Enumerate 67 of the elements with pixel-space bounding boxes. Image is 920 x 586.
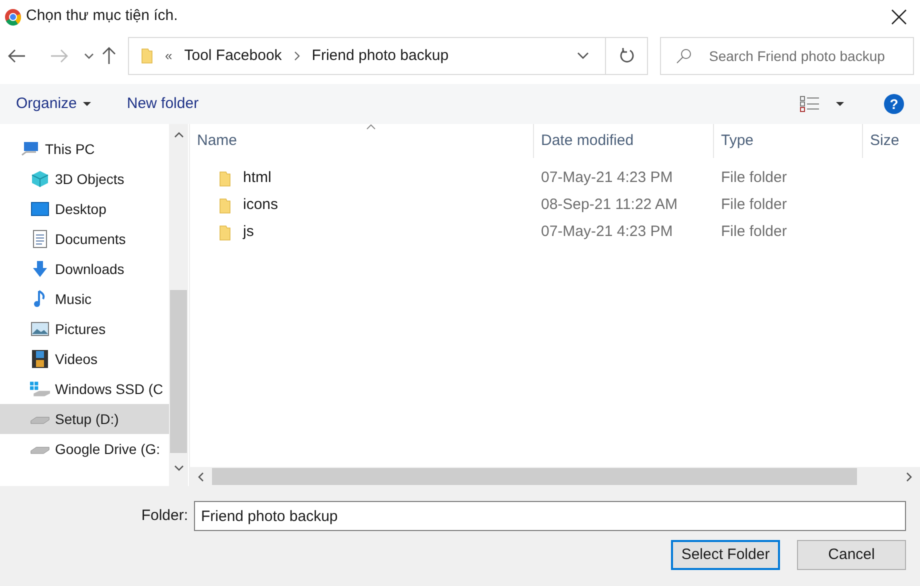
sidebar-item[interactable]: Windows SSD (C	[0, 374, 169, 404]
chevron-right-icon	[294, 51, 300, 61]
chevron-down-icon[interactable]	[577, 52, 589, 60]
sidebar-item[interactable]: Setup (D:)	[0, 404, 169, 434]
column-header[interactable]: Date modified	[534, 124, 714, 158]
folder-label: Folder:	[141, 506, 188, 526]
sidebar-item[interactable]: Downloads	[0, 254, 169, 284]
file-row[interactable]: js 07-May-21 4:23 PM File folder	[190, 219, 920, 246]
scroll-right-icon[interactable]	[906, 472, 912, 482]
new-folder-button[interactable]: New folder	[126, 92, 199, 116]
drive-icon	[30, 444, 50, 454]
scrollbar-thumb[interactable]	[170, 290, 187, 453]
document-icon	[33, 230, 47, 248]
file-row[interactable]: icons 08-Sep-21 11:22 AM File folder	[190, 192, 920, 219]
down-arrow-icon	[32, 260, 48, 278]
search-icon	[676, 48, 692, 64]
music-note-icon	[33, 290, 47, 308]
address-bar[interactable]: « Tool Facebook Friend photo backup	[128, 37, 648, 75]
vertical-scrollbar[interactable]	[169, 124, 188, 486]
folder-name-field[interactable]: Friend photo backup	[194, 501, 906, 531]
caret-icon[interactable]	[836, 102, 844, 106]
window-title: Chọn thư mục tiện ích.	[26, 6, 178, 26]
sidebar-item[interactable]: This PC	[0, 134, 169, 164]
windows-drive-icon	[30, 381, 50, 397]
view-options-icon[interactable]	[800, 96, 820, 112]
breadcrumb[interactable]: Tool Facebook	[184, 44, 282, 68]
chevron-down-icon[interactable]	[84, 53, 94, 59]
sort-up-icon	[366, 124, 376, 130]
up-arrow-icon[interactable]	[102, 47, 116, 65]
folder-icon	[219, 224, 231, 240]
column-header[interactable]: Name	[190, 124, 534, 158]
sidebar-item[interactable]: 3D Objects	[0, 164, 169, 194]
folder-icon	[219, 170, 231, 186]
caret-icon	[82, 102, 91, 106]
sidebar-item[interactable]: Pictures	[0, 314, 169, 344]
sidebar-item[interactable]: Google Drive (G:	[0, 434, 169, 464]
folder-icon	[219, 198, 231, 214]
file-row[interactable]: html 07-May-21 4:23 PM File folder	[190, 165, 920, 192]
help-button[interactable]: ?	[884, 94, 904, 114]
sidebar-item[interactable]: Desktop	[0, 194, 169, 224]
folder-icon	[141, 48, 153, 64]
film-strip-icon	[32, 350, 48, 368]
scroll-left-icon[interactable]	[198, 472, 204, 482]
close-icon	[891, 8, 907, 24]
scrollbar-thumb[interactable]	[212, 468, 857, 485]
organize-button[interactable]: Organize	[16, 92, 91, 116]
landscape-picture-icon	[31, 322, 49, 336]
back-arrow-icon[interactable]	[8, 49, 26, 63]
breadcrumb[interactable]: Friend photo backup	[312, 44, 449, 68]
sidebar-item[interactable]: Music	[0, 284, 169, 314]
select-folder-button[interactable]: Select Folder	[671, 540, 780, 570]
desktop-icon	[31, 202, 49, 216]
scroll-down-icon[interactable]	[174, 465, 184, 471]
drive-icon	[30, 414, 50, 424]
sidebar-item[interactable]: Videos	[0, 344, 169, 374]
horizontal-scrollbar[interactable]	[190, 467, 920, 486]
column-header[interactable]: Size	[863, 124, 920, 158]
search-field[interactable]: Search Friend photo backup	[660, 37, 914, 75]
scroll-up-icon[interactable]	[174, 132, 184, 138]
column-header[interactable]: Type	[714, 124, 863, 158]
breadcrumb-overflow[interactable]: «	[165, 46, 172, 66]
refresh-icon	[618, 48, 634, 64]
sidebar-item[interactable]: Documents	[0, 224, 169, 254]
computer-icon	[21, 141, 39, 157]
app-logo-icon	[4, 8, 22, 26]
cancel-button[interactable]: Cancel	[797, 540, 906, 570]
cube-icon	[31, 170, 49, 188]
